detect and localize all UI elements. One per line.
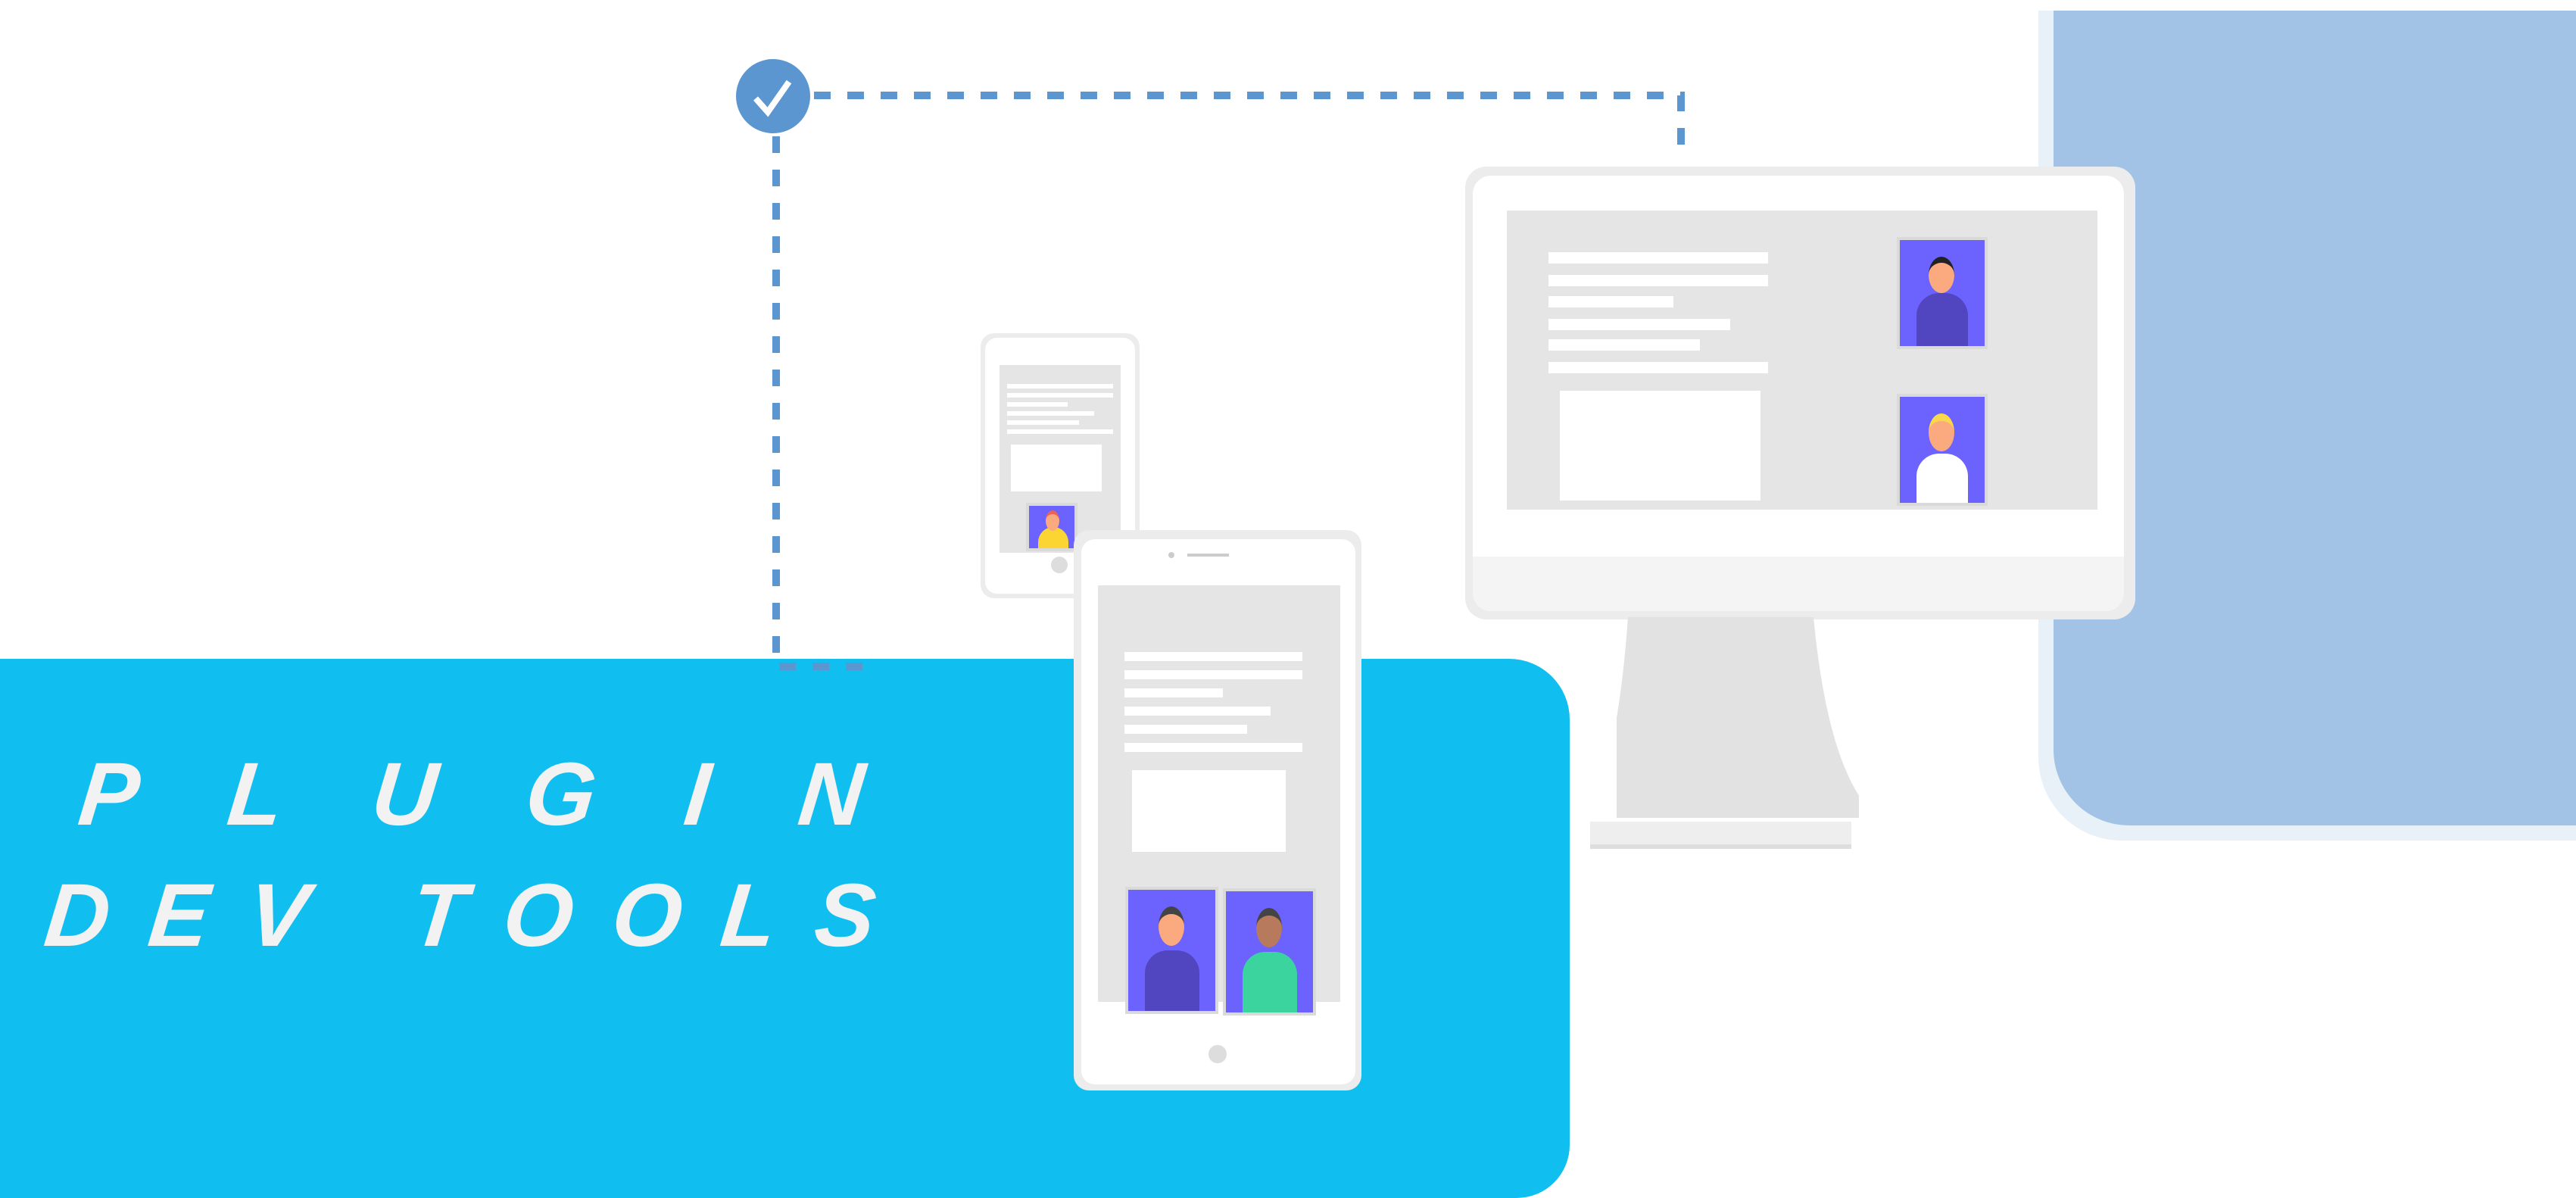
person-icon xyxy=(1223,888,1316,1015)
person-icon xyxy=(1897,394,1988,506)
check-circle-icon xyxy=(736,59,810,133)
tablet xyxy=(1074,530,1361,1090)
person-icon xyxy=(1026,503,1077,551)
banner-title-line2: DEV TOOLS xyxy=(40,866,920,966)
person-icon xyxy=(1897,237,1988,349)
banner-title-line1: PLUGIN xyxy=(74,744,959,844)
monitor-screen xyxy=(1507,211,2097,510)
person-icon xyxy=(1125,887,1218,1014)
monitor xyxy=(1465,167,2135,849)
